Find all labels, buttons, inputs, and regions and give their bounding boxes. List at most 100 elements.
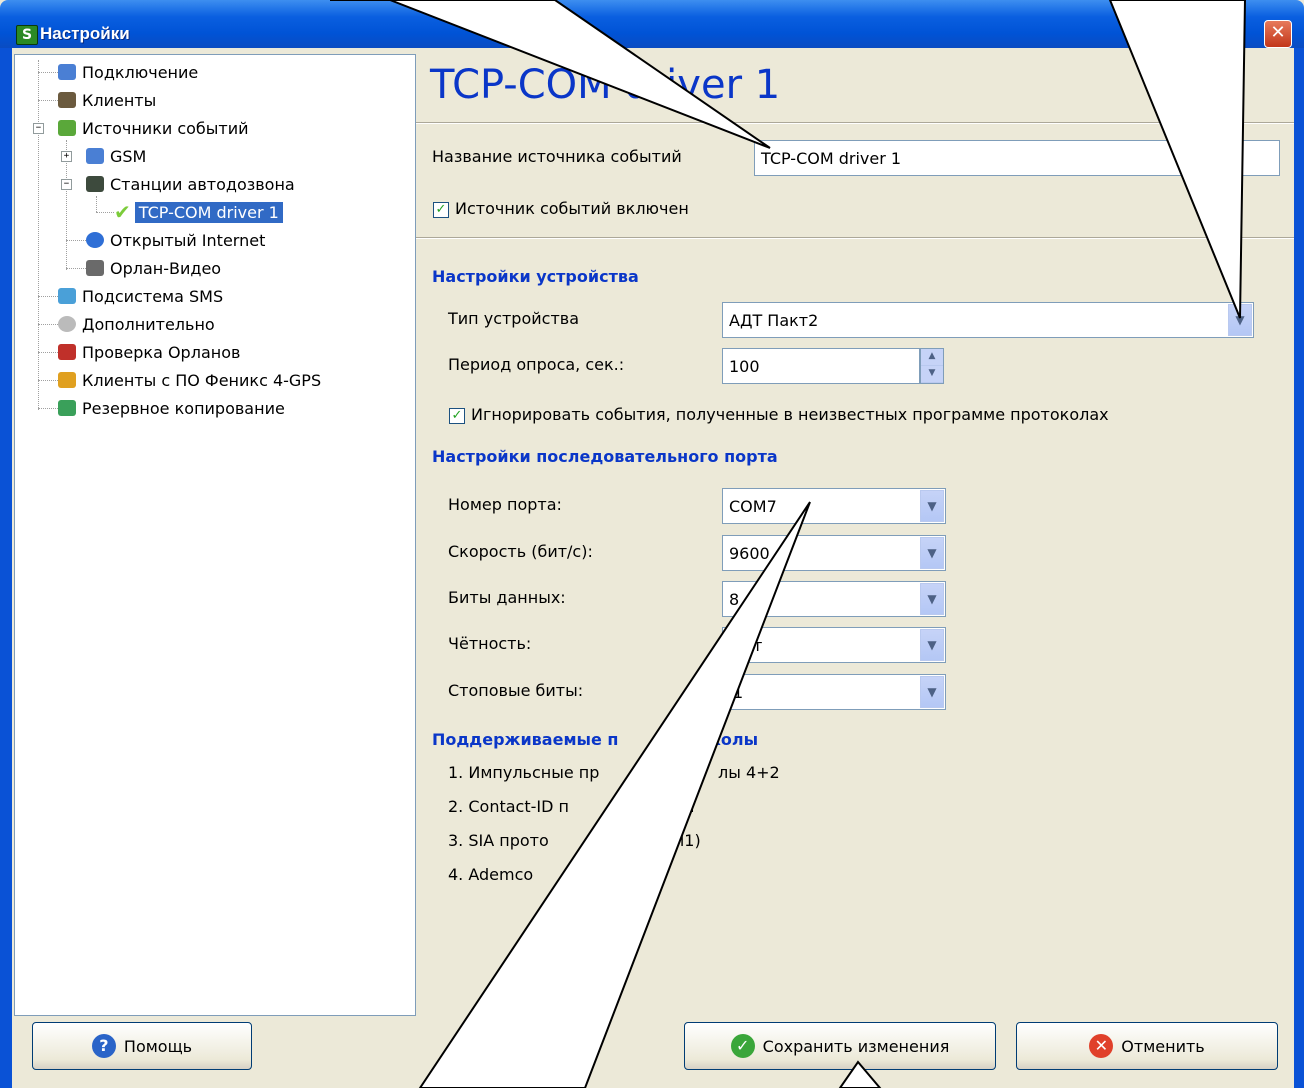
separator [416, 122, 1294, 124]
sidebar-item-sms[interactable]: Подсистема SMS [58, 284, 223, 308]
protocol-item: 3. SIA прото [448, 831, 549, 850]
device-type-select[interactable]: АДТ Пакт2 ▼ [722, 302, 1254, 338]
collapse-toggle[interactable]: − [33, 123, 44, 134]
ignore-unknown-label: Игнорировать события, полученные в неизв… [471, 405, 1109, 424]
protocols-heading: Поддерживаемые п [432, 730, 619, 749]
chevron-down-icon[interactable]: ▼ [920, 490, 944, 522]
data-bits-select[interactable]: 8 ▼ [722, 581, 946, 617]
poll-period-label: Период опроса, сек.: [448, 355, 625, 374]
settings-content [416, 54, 1294, 1014]
close-button[interactable]: ✕ [1264, 20, 1292, 48]
stepper-up-icon[interactable]: ▲ [921, 349, 943, 366]
parity-label: Чётность: [448, 634, 532, 653]
tree-line [38, 324, 58, 325]
stop-bits-select[interactable]: 1 ▼ [722, 674, 946, 710]
sidebar-item-label: Орлан-Видео [110, 258, 222, 278]
sidebar-item-label: Станции автодозвона [110, 174, 295, 194]
sidebar-item-label: Подсистема SMS [82, 286, 224, 306]
sidebar-item-orlan-video[interactable]: Орлан-Видео [86, 256, 221, 280]
internet-icon [86, 232, 104, 248]
sidebar-item-gps-clients[interactable]: Клиенты с ПО Феникс 4-GPS [58, 368, 321, 392]
sidebar-item-event-sources[interactable]: Источники событий [58, 116, 249, 140]
window-title: Настройки [40, 24, 130, 43]
device-type-label: Тип устройства [448, 309, 579, 328]
tree-line [38, 380, 58, 381]
event-sources-icon [58, 120, 76, 136]
tree-line [38, 296, 58, 297]
stop-bits-value: 1 [733, 682, 744, 702]
speed-label: Скорость (бит/с): [448, 542, 593, 561]
separator [416, 237, 1294, 239]
settings-tree[interactable] [14, 54, 416, 1016]
source-name-input[interactable]: TCP-COM driver 1 [754, 140, 1280, 176]
app-icon: S [16, 25, 38, 45]
title-bar[interactable]: S Настройки ✕ [0, 0, 1304, 48]
help-icon: ? [91, 1034, 116, 1058]
ignore-unknown-checkbox[interactable]: ✓ [449, 408, 465, 424]
help-button-label: Помощь [123, 1036, 193, 1056]
sidebar-item-additional[interactable]: Дополнительно [58, 312, 215, 336]
protocol-item: 1. Импульсные пр [448, 763, 600, 782]
check-orlan-icon [58, 344, 76, 360]
sidebar-item-tcp-com-driver[interactable]: ✔ TCP-COM driver 1 [114, 200, 283, 224]
sidebar-item-autodial-stations[interactable]: Станции автодозвона [86, 172, 295, 196]
stop-bits-label: Стоповые биты: [448, 681, 584, 700]
device-type-value: АДТ Пакт2 [729, 310, 819, 330]
settings-window: S Настройки ✕ − + − Подключение Клиенты … [0, 0, 1304, 1088]
tree-line [38, 60, 39, 410]
sidebar-item-label: Открытый Internet [110, 230, 266, 250]
sidebar-item-clients[interactable]: Клиенты [58, 88, 156, 112]
video-icon [86, 260, 104, 276]
port-select[interactable]: COM7 ▼ [722, 488, 946, 524]
sidebar-item-orlan-check[interactable]: Проверка Орланов [58, 340, 240, 364]
data-bits-value: 8 [729, 589, 740, 609]
sidebar-item-open-internet[interactable]: Открытый Internet [86, 228, 265, 252]
help-button[interactable]: ? Помощь [32, 1022, 252, 1070]
poll-period-input[interactable]: 100 [722, 348, 920, 384]
source-enabled-checkbox[interactable]: ✓ [433, 202, 449, 218]
sidebar-item-backup[interactable]: Резервное копирование [58, 396, 285, 420]
tree-line [38, 352, 58, 353]
tree-line [38, 100, 58, 101]
parity-select[interactable]: т ▼ [722, 627, 946, 663]
chevron-down-icon[interactable]: ▼ [1228, 304, 1252, 336]
port-label: Номер порта: [448, 495, 562, 514]
window-frame-right [1294, 48, 1304, 1088]
collapse-toggle[interactable]: − [61, 179, 72, 190]
clients-icon [58, 92, 76, 108]
sidebar-item-label: Дополнительно [82, 314, 215, 334]
gsm-icon [86, 148, 104, 164]
connection-icon [58, 64, 76, 80]
sidebar-item-label: Клиенты с ПО Феникс 4-GPS [82, 370, 322, 390]
sidebar-item-label: GSM [110, 146, 147, 166]
sidebar-item-label: Резервное копирование [82, 398, 285, 418]
protocol-item-tail: п [684, 797, 695, 816]
source-enabled-label: Источник событий включен [455, 199, 689, 218]
expand-toggle[interactable]: + [61, 151, 72, 162]
tree-line [38, 72, 58, 73]
protocol-item-tail: el1) [670, 831, 701, 850]
sidebar-item-label: TCP-COM driver 1 [134, 201, 283, 223]
protocol-item-tail: лы 4+2 [718, 763, 780, 782]
speed-select[interactable]: 9600 ▼ [722, 535, 946, 571]
gear-icon [58, 316, 76, 332]
poll-period-stepper[interactable]: ▲ ▼ [920, 348, 944, 384]
save-button[interactable]: ✓ Сохранить изменения [684, 1022, 996, 1070]
cancel-icon: ✕ [1089, 1034, 1114, 1058]
tree-line [38, 408, 58, 409]
tree-line [66, 268, 86, 269]
chevron-down-icon[interactable]: ▼ [920, 583, 944, 615]
sidebar-item-connection[interactable]: Подключение [58, 60, 198, 84]
tree-line [96, 212, 114, 213]
data-bits-label: Биты данных: [448, 588, 566, 607]
cancel-button[interactable]: ✕ Отменить [1016, 1022, 1278, 1070]
parity-value: т [753, 635, 763, 655]
cancel-button-label: Отменить [1121, 1036, 1205, 1056]
chevron-down-icon[interactable]: ▼ [920, 629, 944, 661]
protocol-item: 2. Contact-ID п [448, 797, 569, 816]
sidebar-item-gsm[interactable]: GSM [86, 144, 146, 168]
stepper-down-icon[interactable]: ▼ [921, 366, 943, 383]
chevron-down-icon[interactable]: ▼ [920, 537, 944, 569]
chevron-down-icon[interactable]: ▼ [920, 676, 944, 708]
save-check-icon: ✓ [730, 1034, 755, 1058]
